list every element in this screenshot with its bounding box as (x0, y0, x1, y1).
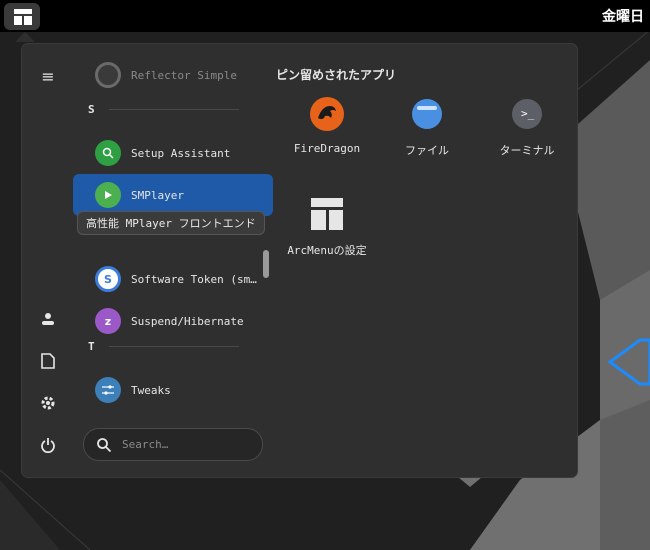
user-avatar-icon[interactable] (36, 307, 60, 331)
reflector-icon (95, 62, 121, 88)
terminal-icon: >_ (509, 96, 545, 132)
list-item[interactable]: SMPlayer (73, 174, 273, 216)
tweaks-icon (95, 377, 121, 403)
search-input[interactable] (120, 437, 254, 452)
app-menu: ≡ Reflector Simple S Setup Assistant SMP… (22, 44, 577, 477)
pinned-app[interactable]: FireDragon (277, 96, 377, 155)
list-scrollbar[interactable] (263, 250, 269, 278)
pinned-app[interactable]: ファイル (377, 96, 477, 158)
pinned-app[interactable]: >_ ターミナル (477, 96, 577, 158)
menu-pointer (15, 32, 35, 42)
section-header: T (88, 340, 95, 353)
search-box[interactable] (83, 428, 263, 461)
top-bar: 金曜日 (0, 0, 650, 32)
arcmenu-settings-icon (309, 196, 345, 232)
section-header: S (88, 103, 95, 116)
pinned-apps-title: ピン留めされたアプリ (276, 68, 397, 82)
gear-icon[interactable] (36, 391, 60, 415)
section-divider (109, 346, 239, 347)
setup-assistant-icon (95, 140, 121, 166)
software-token-icon: S (95, 266, 121, 292)
activities-button[interactable] (4, 3, 40, 30)
suspend-icon: z (95, 308, 121, 334)
list-item[interactable]: Reflector Simple (73, 54, 273, 96)
clock[interactable]: 金曜日 (602, 6, 644, 26)
tooltip: 高性能 MPlayer フロントエンド (77, 211, 265, 235)
firedragon-icon (309, 96, 345, 132)
arcmenu-icon (14, 9, 32, 25)
svg-text:>_: >_ (521, 107, 535, 120)
app-list[interactable]: Reflector Simple S Setup Assistant SMPla… (73, 54, 278, 419)
list-item[interactable]: z Suspend/Hibernate (73, 300, 273, 342)
document-icon[interactable] (36, 349, 60, 373)
list-item[interactable]: S Software Token (sm… (73, 258, 273, 300)
smplayer-icon (95, 182, 121, 208)
list-item[interactable]: Setup Assistant (73, 132, 273, 174)
search-icon (97, 437, 112, 452)
pinned-app[interactable]: ArcMenuの設定 (277, 196, 377, 258)
files-icon (409, 96, 445, 132)
list-item[interactable]: Tweaks (73, 369, 273, 411)
section-divider (109, 109, 239, 110)
hamburger-icon[interactable]: ≡ (36, 64, 60, 88)
power-icon[interactable] (36, 433, 60, 457)
